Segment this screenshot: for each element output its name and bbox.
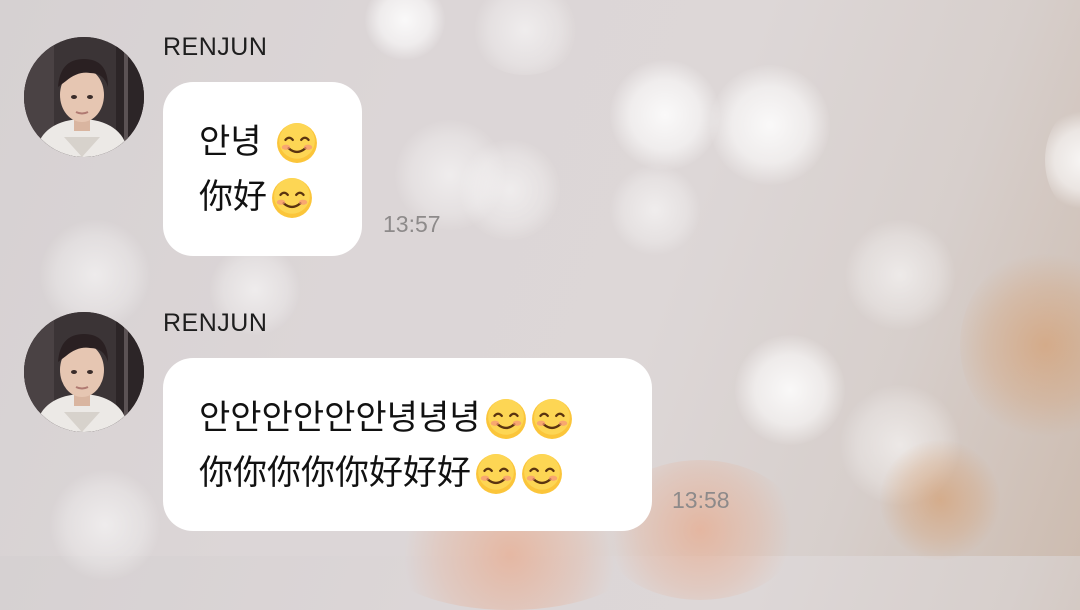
sender-name: RENJUN — [163, 309, 268, 337]
message-text: 你好 — [199, 177, 267, 217]
message-timestamp: 13:58 — [672, 487, 730, 513]
message-text: 안안안안안안녕녕녕 — [199, 398, 481, 438]
message-bubble[interactable]: 안안안안안안녕녕녕 你你你你你好好好 — [163, 358, 652, 531]
smiling-face-icon — [276, 122, 317, 163]
smiling-face-icon — [272, 177, 312, 218]
smiling-face-icon — [531, 398, 572, 439]
message-line: 안녕 — [199, 115, 362, 170]
smiling-face-icon — [476, 453, 516, 494]
avatar-image — [24, 312, 144, 432]
sender-name: RENJUN — [163, 33, 268, 61]
message-text: 你你你你你好好好 — [199, 453, 471, 493]
message-line: 你你你你你好好好 — [199, 446, 652, 501]
message-line: 안안안안안안녕녕녕 — [199, 391, 652, 446]
message-line: 你好 — [199, 170, 362, 225]
avatar[interactable] — [24, 312, 144, 432]
avatar-image — [24, 37, 144, 157]
message-bubble[interactable]: 안녕 你好 — [163, 82, 362, 256]
avatar[interactable] — [24, 37, 144, 157]
message-timestamp: 13:57 — [383, 211, 441, 237]
smiling-face-icon — [522, 453, 562, 494]
smiling-face-icon — [485, 398, 526, 439]
message-text: 안녕 — [199, 122, 262, 162]
